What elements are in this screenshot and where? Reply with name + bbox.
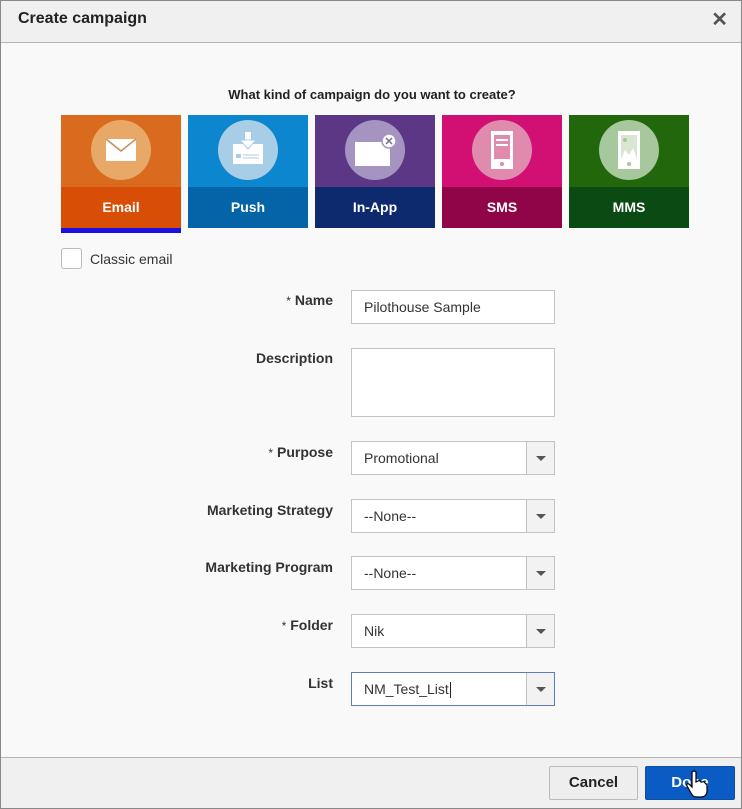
- campaign-type-push[interactable]: Push: [188, 115, 308, 228]
- chevron-down-icon: [536, 687, 546, 692]
- marketing-strategy-dropdown-button[interactable]: [526, 500, 554, 532]
- campaign-type-question: What kind of campaign do you want to cre…: [228, 87, 516, 102]
- chevron-down-icon: [536, 571, 546, 576]
- name-label: * Name: [286, 292, 333, 308]
- campaign-type-label: Push: [188, 187, 308, 228]
- purpose-select[interactable]: Promotional: [351, 441, 555, 475]
- mobile-text-icon: [491, 131, 513, 169]
- purpose-value: Promotional: [364, 450, 439, 466]
- required-marker: *: [281, 619, 287, 633]
- classic-email-label: Classic email: [90, 250, 173, 267]
- marketing-strategy-label: Marketing Strategy: [206, 502, 333, 518]
- classic-email-option: Classic email: [61, 248, 172, 269]
- campaign-type-email[interactable]: Email: [61, 115, 181, 233]
- folder-label: * Folder: [281, 617, 333, 633]
- description-textarea[interactable]: [351, 348, 555, 417]
- dialog-footer: Cancel Done: [1, 757, 741, 808]
- mobile-image-icon: [618, 131, 640, 169]
- marketing-program-value: --None--: [364, 565, 417, 581]
- list-combobox[interactable]: NM_Test_List: [351, 672, 555, 706]
- marketing-strategy-value: --None--: [364, 508, 417, 524]
- chevron-down-icon: [536, 514, 546, 519]
- marketing-program-label: Marketing Program: [205, 559, 333, 575]
- campaign-type-label: MMS: [569, 187, 689, 228]
- envelope-icon: [105, 138, 137, 161]
- purpose-dropdown-button[interactable]: [526, 442, 554, 474]
- folder-select[interactable]: Nik: [351, 614, 555, 648]
- folder-value: Nik: [364, 623, 385, 639]
- campaign-type-in-app[interactable]: In-App: [315, 115, 435, 228]
- name-input[interactable]: Pilothouse Sample: [351, 290, 555, 324]
- purpose-label: * Purpose: [268, 444, 333, 460]
- list-value: NM_Test_List: [364, 681, 449, 697]
- campaign-type-tiles: Email Push In-App SMS MMS: [61, 115, 689, 233]
- required-marker: *: [286, 294, 291, 308]
- list-label: List: [308, 675, 333, 691]
- text-caret: [449, 682, 451, 699]
- list-dropdown-button[interactable]: [526, 673, 554, 705]
- create-campaign-dialog: Create campaign ✕ What kind of campaign …: [0, 0, 742, 809]
- dialog-title: Create campaign: [18, 10, 147, 27]
- dialog-header: Create campaign ✕: [1, 1, 741, 43]
- marketing-strategy-select[interactable]: --None--: [351, 499, 555, 533]
- hand-pointer-cursor-icon: [686, 770, 708, 798]
- close-icon[interactable]: ✕: [711, 7, 728, 32]
- marketing-program-dropdown-button[interactable]: [526, 557, 554, 589]
- in-app-window-icon: [355, 133, 397, 166]
- push-download-icon: [233, 132, 263, 164]
- description-label: Description: [255, 350, 333, 366]
- cancel-button[interactable]: Cancel: [549, 766, 638, 800]
- marketing-program-select[interactable]: --None--: [351, 556, 555, 590]
- folder-dropdown-button[interactable]: [526, 615, 554, 647]
- campaign-type-sms[interactable]: SMS: [442, 115, 562, 228]
- campaign-type-label: Email: [61, 187, 181, 228]
- required-marker: *: [268, 446, 274, 460]
- campaign-type-label: In-App: [315, 187, 435, 228]
- campaign-type-label: SMS: [442, 187, 562, 228]
- classic-email-checkbox[interactable]: [61, 248, 82, 269]
- chevron-down-icon: [536, 456, 546, 461]
- campaign-type-mms[interactable]: MMS: [569, 115, 689, 228]
- chevron-down-icon: [536, 629, 546, 634]
